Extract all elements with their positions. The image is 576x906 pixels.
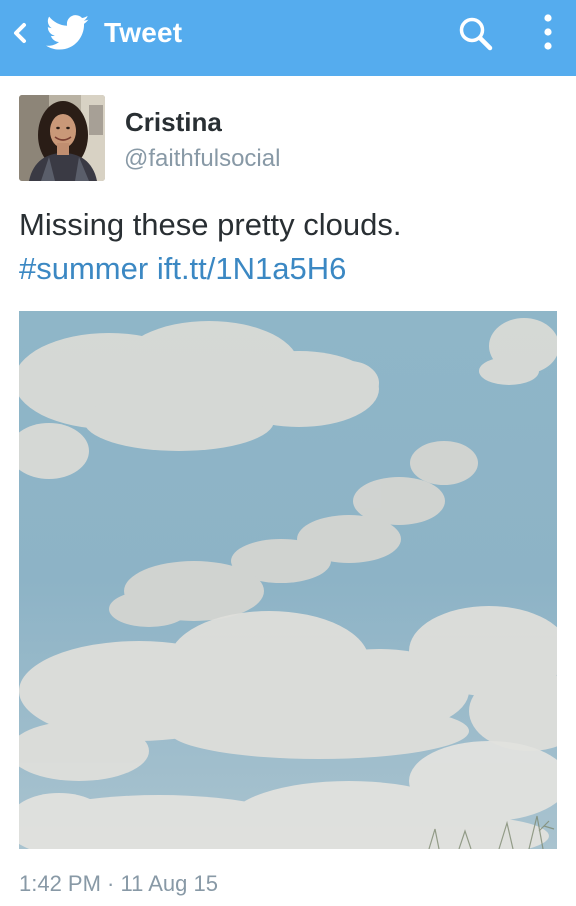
tweet-photo[interactable] — [19, 311, 557, 849]
tweet-body: Missing these pretty clouds. — [19, 207, 402, 242]
tweet-text: Missing these pretty clouds. #summer ift… — [19, 203, 559, 291]
search-icon[interactable] — [456, 14, 496, 54]
overflow-menu-icon[interactable] — [536, 12, 560, 56]
tweet-author[interactable]: Cristina @faithfulsocial — [19, 95, 559, 185]
chevron-left-icon[interactable] — [10, 21, 30, 45]
app-bar: Tweet — [0, 0, 576, 76]
author-name[interactable]: Cristina — [125, 107, 222, 137]
url-link[interactable]: ift.tt/1N1a5H6 — [157, 251, 347, 286]
author-handle[interactable]: @faithfulsocial — [124, 145, 280, 173]
avatar[interactable] — [19, 95, 105, 181]
hashtag-link[interactable]: #summer — [19, 251, 148, 286]
twitter-bird-icon[interactable] — [46, 15, 90, 51]
tweet-timestamp: 1:42 PM · 11 Aug 15 — [19, 871, 218, 896]
page-title: Tweet — [104, 17, 183, 48]
tweet-links-line: #summer ift.tt/1N1a5H6 — [19, 247, 559, 291]
